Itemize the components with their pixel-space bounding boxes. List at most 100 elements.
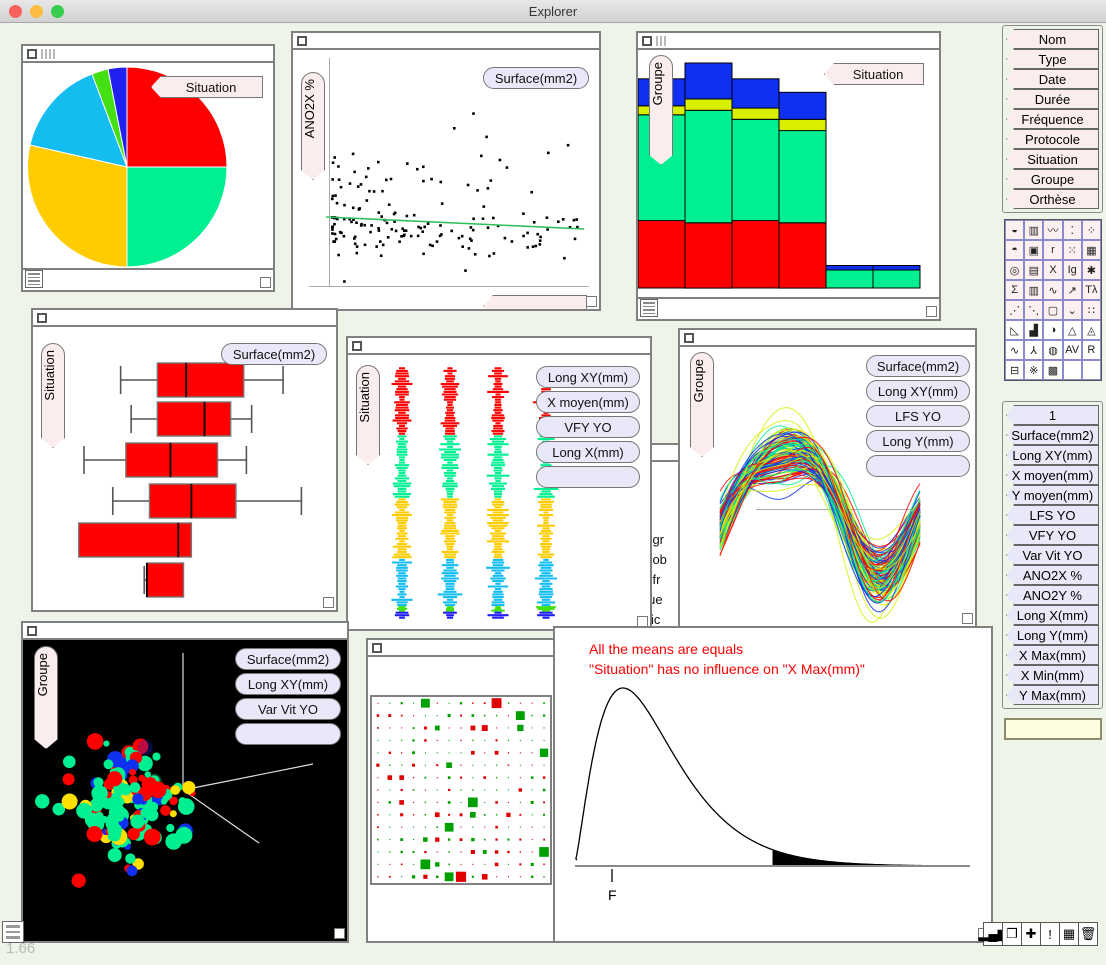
analysis-icon-palette[interactable]: ◒ ▥ 〰 ⁚ ⁘ ◓ ▣ r ⁙ ▦ ◎ ▤ X Ig ✱ Σ ▥ ∿ ↗ Tλ ⋰ ⋱ ▢ ⌄ ∷ ◺ ▟ ◑ △ ◬ ∿ ⅄ ◍ AV R ⊟ ※… — [1004, 219, 1102, 381]
window-collapse-icon[interactable] — [297, 36, 307, 46]
asterisk-icon[interactable]: ✱ — [1081, 260, 1101, 280]
andrews-var-chip-2[interactable]: Long XY(mm) — [866, 380, 970, 402]
branch-icon[interactable]: ⅄ — [1024, 340, 1044, 360]
sidebar-variable-nom[interactable]: Nom — [1006, 29, 1099, 49]
scatter3d-var-chip-4[interactable] — [235, 723, 341, 745]
sidebar-variable-protocole[interactable]: Protocole — [1006, 129, 1099, 149]
circle-split-icon[interactable]: ◓ — [1005, 240, 1025, 260]
r-icon[interactable]: R — [1081, 340, 1101, 360]
scatter-plot-window[interactable]: ANO2X % Surface(mm2) — [291, 31, 601, 311]
dotcolumns-var-chip-2[interactable]: X moyen(mm) — [536, 391, 640, 413]
window-collapse-icon[interactable] — [37, 313, 47, 323]
t-lambda-icon[interactable]: Tλ — [1081, 280, 1101, 300]
window-collapse-icon[interactable] — [352, 341, 362, 351]
dotcolumns-var-chip-4[interactable]: Long X(mm) — [536, 441, 640, 463]
sidebar-measure-longx[interactable]: Long X(mm) — [1006, 605, 1099, 625]
sidebar-measure-longxy[interactable]: Long XY(mm) — [1006, 445, 1099, 465]
pie-dots-icon[interactable]: ◑ — [1043, 320, 1063, 340]
stacked-bar-window[interactable]: Groupe Situation — [636, 31, 941, 321]
overlap-circles-icon[interactable]: ◍ — [1043, 340, 1063, 360]
andrews-y-variable-chip[interactable]: Groupe — [690, 352, 714, 457]
pie-window-titlebar[interactable] — [23, 46, 273, 63]
sidebar-measure-xmax[interactable]: X Max(mm) — [1006, 645, 1099, 665]
sidebar-variable-orthese[interactable]: Orthèse — [1006, 189, 1099, 209]
scatter3d-window-titlebar[interactable] — [23, 623, 347, 640]
scatter3d-var-chip-2[interactable]: Long XY(mm) — [235, 673, 341, 695]
voronoi-icon[interactable]: ◺ — [1005, 320, 1025, 340]
window-collapse-icon[interactable] — [372, 643, 382, 653]
sidebar-variable-situation[interactable]: Situation — [1006, 149, 1099, 169]
scatter3d-var-chip-3[interactable]: Var Vit YO — [235, 698, 341, 720]
scatter-x-variable-chip[interactable]: Surface(mm2) — [483, 67, 589, 89]
pie-chart-window[interactable]: Situation — [21, 44, 275, 292]
trash-icon[interactable]: 🗑 — [1078, 922, 1098, 946]
dotcolumns-var-chip-1[interactable]: Long XY(mm) — [536, 366, 640, 388]
sidebar-measure-vfyyo[interactable]: VFY YO — [1006, 525, 1099, 545]
boxplot-resize-handle[interactable] — [323, 597, 334, 608]
bar-chart-icon[interactable]: ▂▄▆ — [978, 922, 1008, 946]
table-icon[interactable]: ▦ — [1059, 922, 1079, 946]
sidebar-measure-ymax[interactable]: Y Max(mm) — [1006, 685, 1099, 705]
sidebar-measure-ano2x[interactable]: ANO2X % — [1006, 565, 1099, 585]
table-grid-icon[interactable]: ▤ — [1024, 260, 1044, 280]
quad-dots-icon[interactable]: ∷ — [1081, 300, 1101, 320]
sidebar-measure-ymoyen[interactable]: Y moyen(mm) — [1006, 485, 1099, 505]
curve-fit-icon[interactable]: ∿ — [1043, 280, 1063, 300]
scatter-y-variable-chip[interactable]: ANO2X % — [301, 72, 325, 180]
andrews-resize-handle[interactable] — [962, 613, 973, 624]
dotcolumns-var-chip-3[interactable]: VFY YO — [536, 416, 640, 438]
scatter3d-y-variable-chip[interactable]: Groupe — [34, 646, 58, 749]
blocks-icon[interactable]: ▢ — [1043, 300, 1063, 320]
formula-input-box[interactable] — [1004, 718, 1102, 740]
dot-columns-window[interactable]: Situation Long XY(mm) X moyen(mm) VFY YO… — [346, 336, 652, 631]
boxplot-x-variable-chip[interactable]: Surface(mm2) — [221, 343, 327, 365]
scatter-cloud-icon[interactable]: ⋰ — [1005, 300, 1025, 320]
boxplot-window[interactable]: Situation Surface(mm2) — [31, 308, 338, 612]
stackbar-resize-handle[interactable] — [926, 306, 937, 317]
bar-chart-icon[interactable]: ▥ — [1024, 220, 1044, 240]
window-collapse-icon[interactable] — [27, 626, 37, 636]
sidebar-variable-groupe[interactable]: Groupe — [1006, 169, 1099, 189]
tree-icon[interactable]: ⊟ — [1005, 360, 1025, 380]
sidebar-variable-frequence[interactable]: Fréquence — [1006, 109, 1099, 129]
blank-icon[interactable] — [1081, 360, 1101, 380]
regression-r-icon[interactable]: r — [1043, 240, 1063, 260]
dotcolumns-var-chip-5[interactable] — [536, 466, 640, 488]
bar-dots-icon[interactable]: ▟ — [1024, 320, 1044, 340]
stackbar-y-variable-chip[interactable]: Groupe — [649, 55, 673, 165]
scatter3d-resize-handle[interactable] — [334, 928, 345, 939]
window-collapse-icon[interactable] — [642, 36, 652, 46]
trend-line-icon[interactable]: ↗ — [1062, 280, 1082, 300]
x-cross-icon[interactable]: X — [1043, 260, 1063, 280]
andrews-curves-window[interactable]: Groupe Surface(mm2) Long XY(mm) LFS YO L… — [678, 328, 977, 628]
stackbar-menu-button[interactable] — [640, 299, 658, 317]
scatter-empty-slot-chip[interactable] — [483, 295, 587, 309]
four-dots-icon[interactable]: ⁙ — [1062, 240, 1082, 260]
stackbar-window-titlebar[interactable] — [638, 33, 939, 50]
andrews-var-chip-3[interactable]: LFS YO — [866, 405, 970, 427]
grid-dots-icon[interactable]: ⁘ — [1081, 220, 1101, 240]
correlation-matrix-window[interactable] — [366, 638, 556, 943]
corrmatrix-window-titlebar[interactable] — [368, 640, 554, 657]
andrews-var-chip-4[interactable]: Long Y(mm) — [866, 430, 970, 452]
sidebar-measure-lfsyo[interactable]: LFS YO — [1006, 505, 1099, 525]
boxplot-y-variable-chip[interactable]: Situation — [41, 343, 65, 448]
scatter-resize-handle[interactable] — [586, 296, 597, 307]
sidebar-measure-longy[interactable]: Long Y(mm) — [1006, 625, 1099, 645]
pie-chart-icon[interactable]: ◒ — [1005, 220, 1025, 240]
andrews-window-titlebar[interactable] — [680, 330, 975, 347]
venn-icon[interactable]: ◎ — [1005, 260, 1025, 280]
scatter3d-window[interactable]: Groupe Surface(mm2) Long XY(mm) Var Vit … — [21, 621, 349, 943]
sigma-icon[interactable]: Σ — [1005, 280, 1025, 300]
pie-resize-handle[interactable] — [260, 277, 271, 288]
contour-icon[interactable]: ◬ — [1081, 320, 1101, 340]
pie-menu-button[interactable] — [25, 270, 43, 288]
blank-icon[interactable] — [1062, 360, 1082, 380]
sidebar-variable-date[interactable]: Date — [1006, 69, 1099, 89]
diagonal-scatter-icon[interactable]: ⋱ — [1024, 300, 1044, 320]
wave-icon[interactable]: ∿ — [1005, 340, 1025, 360]
sidebar-variable-type[interactable]: Type — [1006, 49, 1099, 69]
timeseries-icon[interactable]: 〰 — [1043, 220, 1063, 240]
ig-icon[interactable]: Ig — [1062, 260, 1082, 280]
boxplot-window-titlebar[interactable] — [33, 310, 336, 327]
